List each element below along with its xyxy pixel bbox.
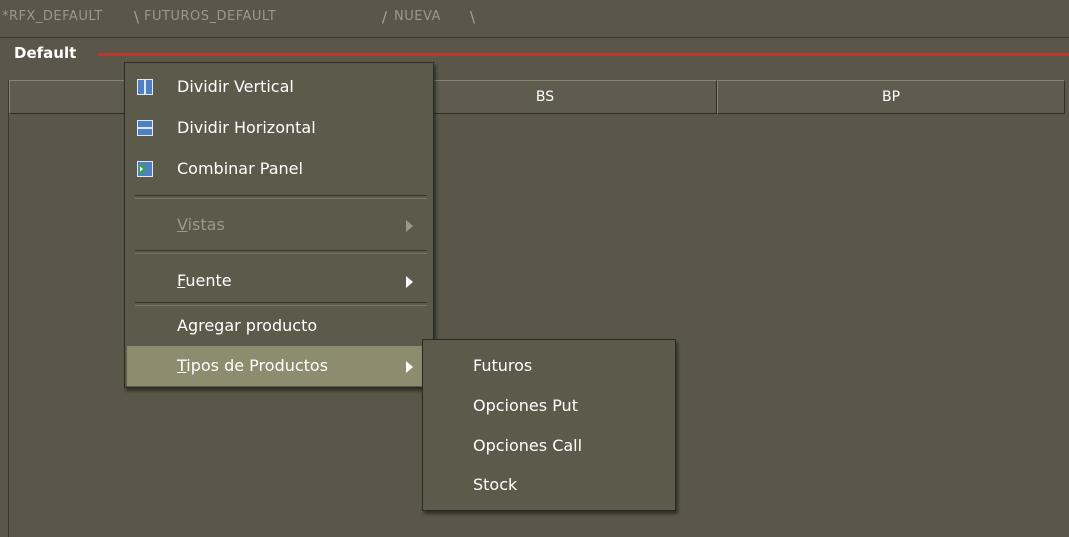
column-header-bp[interactable]: BP — [717, 80, 1065, 114]
tab-label: NUEVA — [394, 9, 441, 24]
products-submenu: Futuros Opciones Put Opciones Call Stock — [422, 339, 676, 511]
submenu-item-label: Futuros — [473, 356, 533, 375]
submenu-arrow-icon — [406, 276, 413, 288]
panel-accent-line — [98, 53, 1069, 56]
submenu-item-label: Opciones Put — [473, 396, 578, 415]
menu-item-vistas: Vistas — [127, 205, 431, 245]
menu-item-agregar-producto[interactable]: Agregar producto — [127, 306, 431, 346]
menu-item-label: Vistas — [177, 205, 225, 245]
tab-separator: \ — [134, 8, 140, 26]
application-window: *RFX_DEFAULT \ FUTUROS_DEFAULT / NUEVA \… — [0, 0, 1069, 537]
submenu-arrow-icon — [406, 220, 413, 232]
tab-strip-divider — [0, 37, 1069, 38]
tab-separator: \ — [470, 8, 476, 26]
context-menu: Dividir Vertical Dividir Horizontal Comb… — [124, 62, 434, 388]
menu-item-fuente[interactable]: Fuente — [127, 261, 431, 301]
menu-item-label: Agregar producto — [177, 316, 318, 335]
tab-separator: / — [382, 8, 388, 26]
tab-rfx-default[interactable]: *RFX_DEFAULT — [2, 6, 103, 28]
column-header-label: BP — [881, 89, 901, 105]
menu-item-label: Tipos de Productos — [177, 346, 328, 386]
submenu-item-label: Stock — [473, 475, 518, 494]
submenu-item-stock[interactable]: Stock — [425, 465, 673, 505]
menu-item-label-rest: ipos de Productos — [186, 356, 329, 375]
split-vertical-icon — [137, 79, 153, 95]
menu-item-label-rest: uente — [185, 271, 232, 290]
menu-item-label: Dividir Horizontal — [177, 118, 316, 137]
column-header-label: BS — [535, 89, 555, 105]
submenu-item-opciones-put[interactable]: Opciones Put — [425, 386, 673, 426]
menu-item-tipos-de-productos[interactable]: Tipos de Productos — [127, 346, 431, 386]
mnemonic-letter: T — [177, 356, 187, 375]
submenu-item-label: Opciones Call — [473, 436, 583, 455]
tab-label: RFX_DEFAULT — [9, 9, 103, 24]
submenu-item-futuros[interactable]: Futuros — [425, 346, 673, 386]
merge-panel-icon — [137, 161, 153, 177]
menu-item-label: Combinar Panel — [177, 159, 303, 178]
menu-separator — [135, 195, 427, 199]
mnemonic-letter: V — [177, 215, 188, 234]
submenu-arrow-icon — [406, 361, 413, 373]
panel-title: Default — [14, 44, 77, 62]
tab-strip: *RFX_DEFAULT \ FUTUROS_DEFAULT / NUEVA \ — [0, 0, 1069, 38]
menu-separator — [135, 250, 427, 254]
menu-item-dividir-vertical[interactable]: Dividir Vertical — [127, 67, 431, 107]
menu-item-combinar-panel[interactable]: Combinar Panel — [127, 149, 431, 189]
menu-item-dividir-horizontal[interactable]: Dividir Horizontal — [127, 108, 431, 148]
menu-item-label-rest: istas — [187, 215, 225, 234]
tab-futuros-default[interactable]: FUTUROS_DEFAULT — [144, 6, 276, 28]
tab-nueva[interactable]: NUEVA — [394, 6, 441, 28]
split-horizontal-icon — [137, 120, 153, 136]
tab-label: FUTUROS_DEFAULT — [144, 9, 277, 24]
menu-item-label: Fuente — [177, 261, 232, 301]
submenu-item-opciones-call[interactable]: Opciones Call — [425, 426, 673, 466]
menu-item-label: Dividir Vertical — [177, 77, 294, 96]
